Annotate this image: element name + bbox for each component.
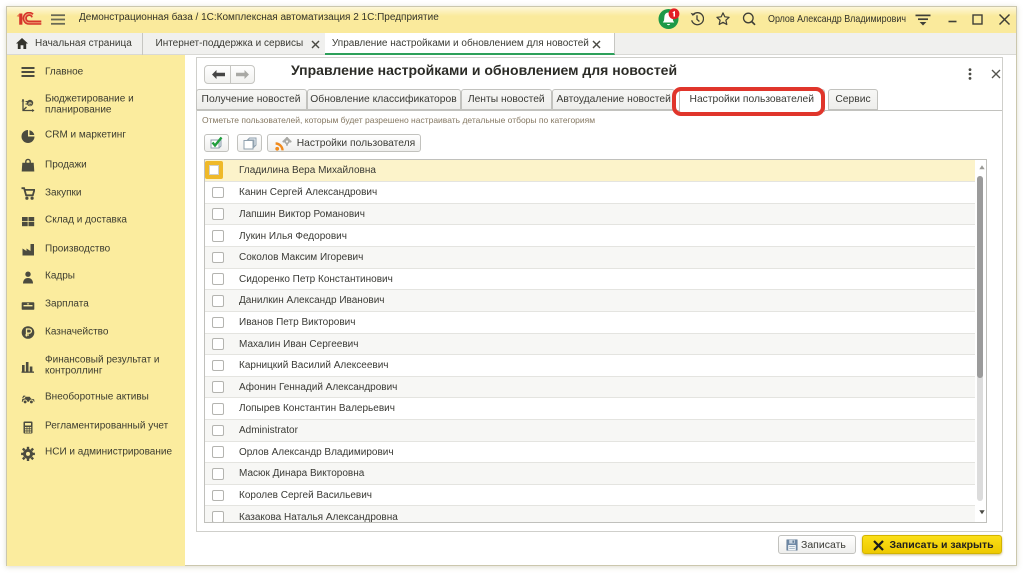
svg-text:e: e xyxy=(28,100,32,107)
